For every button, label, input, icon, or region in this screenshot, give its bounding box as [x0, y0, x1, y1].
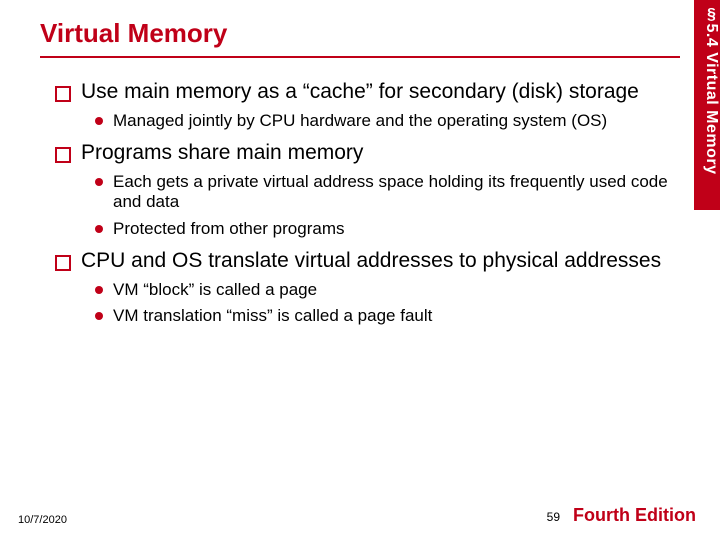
hollow-square-icon [55, 86, 71, 102]
bullet-text: Each gets a private virtual address spac… [113, 172, 670, 213]
bullet-text: CPU and OS translate virtual addresses t… [81, 249, 661, 274]
bullet-text: VM translation “miss” is called a page f… [113, 306, 432, 326]
bullet-level2: Managed jointly by CPU hardware and the … [95, 111, 670, 131]
bullet-level1: Programs share main memory [55, 141, 670, 166]
hollow-square-icon [55, 147, 71, 163]
bullet-text: VM “block” is called a page [113, 280, 317, 300]
bullet-text: Protected from other programs [113, 219, 344, 239]
slide-title: Virtual Memory [0, 0, 720, 53]
content-area: Use main memory as a “cache” for seconda… [0, 58, 720, 327]
bullet-text: Use main memory as a “cache” for seconda… [81, 80, 639, 105]
footer: 10/7/2020 59 Fourth Edition [0, 502, 720, 526]
bullet-text: Managed jointly by CPU hardware and the … [113, 111, 607, 131]
bullet-level2: VM “block” is called a page [95, 280, 670, 300]
bullet-level2: Each gets a private virtual address spac… [95, 172, 670, 213]
bullet-level2: VM translation “miss” is called a page f… [95, 306, 670, 326]
footer-date: 10/7/2020 [18, 514, 67, 526]
slide: §5.4 Virtual Memory Virtual Memory Use m… [0, 0, 720, 540]
footer-page-number: 59 [547, 510, 560, 524]
bullet-level2: Protected from other programs [95, 219, 670, 239]
dot-icon [95, 286, 103, 294]
dot-icon [95, 225, 103, 233]
bullet-level1: CPU and OS translate virtual addresses t… [55, 249, 670, 274]
dot-icon [95, 312, 103, 320]
chapter-tab: §5.4 Virtual Memory [694, 0, 720, 210]
dot-icon [95, 117, 103, 125]
bullet-level1: Use main memory as a “cache” for seconda… [55, 80, 670, 105]
dot-icon [95, 178, 103, 186]
bullet-text: Programs share main memory [81, 141, 363, 166]
hollow-square-icon [55, 255, 71, 271]
footer-edition: Fourth Edition [573, 505, 696, 526]
